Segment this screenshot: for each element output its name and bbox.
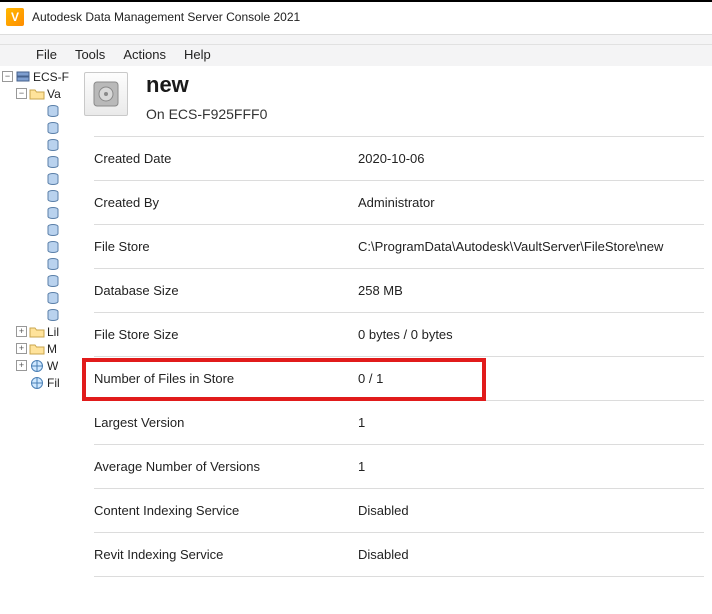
folder-icon bbox=[29, 342, 45, 356]
server-icon bbox=[15, 70, 31, 84]
property-value: 1 bbox=[358, 415, 365, 430]
property-value: 0 / 1 bbox=[358, 371, 383, 386]
database-icon bbox=[45, 138, 61, 152]
property-label: Largest Version bbox=[94, 415, 358, 430]
vault-icon bbox=[84, 72, 128, 116]
property-value: Disabled bbox=[358, 503, 409, 518]
tree-vault-item[interactable] bbox=[2, 136, 78, 153]
tree-filestores[interactable]: Fil bbox=[2, 374, 78, 391]
vault-title: new bbox=[146, 72, 267, 98]
database-icon bbox=[45, 240, 61, 254]
property-value: Administrator bbox=[358, 195, 435, 210]
property-row: Number of Files in Store0 / 1 bbox=[94, 356, 704, 400]
database-icon bbox=[45, 223, 61, 237]
tree-workgroups[interactable]: + W bbox=[2, 357, 78, 374]
property-label: File Store bbox=[94, 239, 358, 254]
property-value: 0 bytes / 0 bytes bbox=[358, 327, 453, 342]
tree-libraries[interactable]: + Lil bbox=[2, 323, 78, 340]
property-row: Created ByAdministrator bbox=[94, 180, 704, 224]
database-icon bbox=[45, 104, 61, 118]
tree-vault-item[interactable] bbox=[2, 153, 78, 170]
database-icon bbox=[45, 257, 61, 271]
database-icon bbox=[45, 308, 61, 322]
tree-vault-item[interactable] bbox=[2, 289, 78, 306]
vault-subtitle: On ECS-F925FFF0 bbox=[146, 106, 267, 122]
database-icon bbox=[45, 172, 61, 186]
tree-vault-item[interactable] bbox=[2, 306, 78, 323]
property-label: File Store Size bbox=[94, 327, 358, 342]
property-label: Database Size bbox=[94, 283, 358, 298]
globe-icon bbox=[29, 359, 45, 373]
tree-vault-item[interactable] bbox=[2, 187, 78, 204]
tree-management[interactable]: + M bbox=[2, 340, 78, 357]
database-icon bbox=[45, 206, 61, 220]
property-row: Content Indexing ServiceDisabled bbox=[94, 488, 704, 532]
menu-help[interactable]: Help bbox=[184, 47, 211, 62]
tree-vault-item[interactable] bbox=[2, 102, 78, 119]
property-value: C:\ProgramData\Autodesk\VaultServer\File… bbox=[358, 239, 663, 254]
property-row: Average Number of Versions1 bbox=[94, 444, 704, 488]
database-icon bbox=[45, 274, 61, 288]
globe-icon bbox=[29, 376, 45, 390]
property-value: 258 MB bbox=[358, 283, 403, 298]
tree-vaults-folder[interactable]: − Va bbox=[2, 85, 78, 102]
menu-file[interactable]: File bbox=[36, 47, 57, 62]
tree-vault-item[interactable] bbox=[2, 238, 78, 255]
title-bar: V Autodesk Data Management Server Consol… bbox=[0, 2, 712, 34]
menu-tools[interactable]: Tools bbox=[75, 47, 105, 62]
tree-panel[interactable]: − ECS-F − Va + Lil bbox=[0, 66, 78, 614]
property-label: Created Date bbox=[94, 151, 358, 166]
property-label: Average Number of Versions bbox=[94, 459, 358, 474]
property-row: File Store Size0 bytes / 0 bytes bbox=[94, 312, 704, 356]
tree-vault-item[interactable] bbox=[2, 272, 78, 289]
properties-list: Created Date2020-10-06Created ByAdminist… bbox=[80, 136, 710, 577]
property-label: Number of Files in Store bbox=[94, 371, 358, 386]
property-value: Disabled bbox=[358, 547, 409, 562]
property-value: 2020-10-06 bbox=[358, 151, 425, 166]
tree-vault-item[interactable] bbox=[2, 170, 78, 187]
property-row: Created Date2020-10-06 bbox=[94, 136, 704, 180]
window-title: Autodesk Data Management Server Console … bbox=[32, 10, 300, 24]
folder-icon bbox=[29, 325, 45, 339]
database-icon bbox=[45, 189, 61, 203]
toolbar-spacer bbox=[0, 35, 712, 45]
database-icon bbox=[45, 121, 61, 135]
tree-vault-item[interactable] bbox=[2, 119, 78, 136]
detail-panel: new On ECS-F925FFF0 Created Date2020-10-… bbox=[78, 66, 712, 614]
menu-actions[interactable]: Actions bbox=[123, 47, 166, 62]
detail-header: new On ECS-F925FFF0 bbox=[80, 68, 710, 136]
tree-root[interactable]: − ECS-F bbox=[2, 68, 78, 85]
property-label: Revit Indexing Service bbox=[94, 547, 358, 562]
property-row: File StoreC:\ProgramData\Autodesk\VaultS… bbox=[94, 224, 704, 268]
property-value: 1 bbox=[358, 459, 365, 474]
tree-vault-item[interactable] bbox=[2, 221, 78, 238]
tree-vault-item[interactable] bbox=[2, 255, 78, 272]
menu-bar: File Tools Actions Help bbox=[0, 45, 712, 66]
property-row: Revit Indexing ServiceDisabled bbox=[94, 532, 704, 577]
database-icon bbox=[45, 291, 61, 305]
app-icon: V bbox=[6, 8, 24, 26]
tree-vault-item[interactable] bbox=[2, 204, 78, 221]
property-label: Created By bbox=[94, 195, 358, 210]
property-row: Largest Version1 bbox=[94, 400, 704, 444]
property-row: Database Size258 MB bbox=[94, 268, 704, 312]
folder-icon bbox=[29, 87, 45, 101]
property-label: Content Indexing Service bbox=[94, 503, 358, 518]
database-icon bbox=[45, 155, 61, 169]
